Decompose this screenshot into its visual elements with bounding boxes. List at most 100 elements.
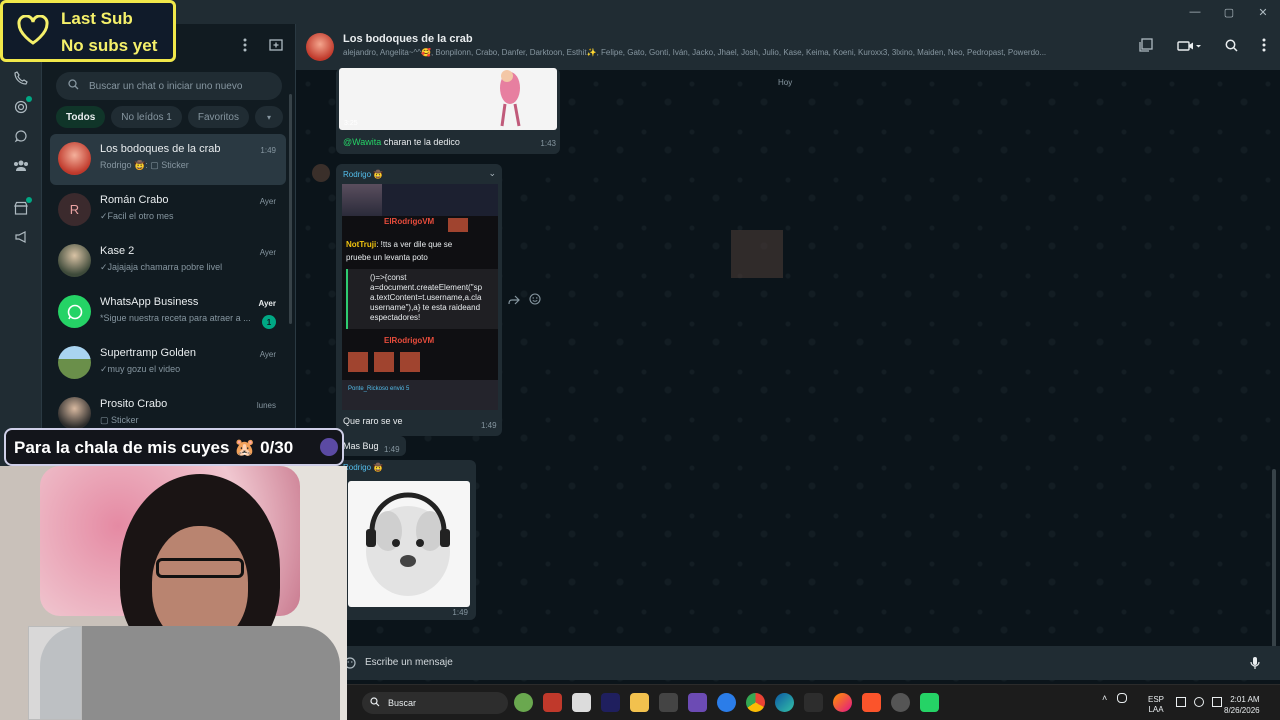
conversation-header[interactable]: Los bodoques de la crab alejandro, Angel… <box>296 24 1280 70</box>
chevron-down-icon[interactable]: ⌄ <box>488 168 496 179</box>
stream-username: ElRodrigoVM <box>384 217 435 226</box>
chat-name: Román Crabo <box>100 194 169 206</box>
sticker-image[interactable] <box>348 481 470 607</box>
network-icon[interactable] <box>1176 697 1186 707</box>
message-text: Mas Bug <box>343 441 379 451</box>
code-line: ()=>{const <box>370 273 407 282</box>
app-icon[interactable] <box>514 693 533 712</box>
sender-name: Rodrigo 🤠 <box>343 463 384 472</box>
system-tray: ˄ <box>1102 693 1128 703</box>
streamer-webcam-thumb <box>342 184 382 216</box>
chat-preview: Rodrigo 🤠: ▢ Sticker <box>100 160 189 170</box>
mention-link[interactable]: @Wawita <box>343 137 381 147</box>
stream-header <box>382 184 498 216</box>
volume-icon[interactable] <box>1194 697 1204 707</box>
brave-icon[interactable] <box>862 693 881 712</box>
close-button[interactable]: ✕ <box>1246 0 1280 24</box>
after-effects-icon[interactable] <box>601 693 620 712</box>
chat-time: Ayer <box>259 248 276 257</box>
stream-username-2: NotTruji <box>346 240 377 249</box>
chat-time: Ayer <box>259 197 276 206</box>
status-icon[interactable] <box>11 96 32 117</box>
clock-date: 8/26/2026 <box>1224 706 1260 715</box>
more-options-icon[interactable] <box>1262 38 1266 57</box>
chat-item[interactable]: WhatsApp Business Ayer *Sigue nuestra re… <box>50 287 286 338</box>
channels-icon[interactable] <box>11 126 31 146</box>
app-icon[interactable] <box>572 693 591 712</box>
battery-icon[interactable] <box>1212 697 1222 707</box>
avatar <box>58 346 91 379</box>
communities-icon[interactable] <box>11 155 31 175</box>
maximize-button[interactable]: ▢ <box>1212 0 1246 24</box>
window-titlebar: — ▢ ✕ <box>0 0 1280 24</box>
app-icon[interactable] <box>659 693 678 712</box>
taskbar-search-label: Buscar <box>388 698 417 708</box>
goal-text: Para la chala de mis cuyes 🐹 0/30 <box>14 438 294 457</box>
avatar <box>58 244 91 277</box>
whatsapp-icon <box>58 295 91 328</box>
folder-icon[interactable] <box>630 693 649 712</box>
chat-item[interactable]: Supertramp Golden Ayer ✓muy gozu el vide… <box>50 338 286 389</box>
emote <box>400 352 420 372</box>
firefox-icon[interactable] <box>833 693 852 712</box>
emoji-reaction-icon[interactable] <box>529 292 541 310</box>
clock-time: 2:01 AM <box>1230 695 1260 704</box>
language-indicator[interactable]: ESP LAA <box>1148 695 1164 715</box>
app-icon[interactable] <box>717 693 736 712</box>
clock[interactable]: 2:01 AM 8/26/2026 <box>1224 694 1260 716</box>
app-icon[interactable] <box>543 693 562 712</box>
search-input[interactable]: Buscar un chat o iniciar uno nuevo <box>56 72 282 100</box>
menu-icon[interactable] <box>243 38 247 57</box>
chat-time: Ayer <box>259 350 276 359</box>
microphone-icon[interactable] <box>1250 656 1260 675</box>
sticker-preview <box>731 230 783 278</box>
goal-overlay: Para la chala de mis cuyes 🐹 0/30 <box>4 428 344 466</box>
group-avatar[interactable] <box>306 33 334 61</box>
stream-line: NotTruji: !tts a ver dile que se <box>346 240 452 249</box>
microphone-icon[interactable] <box>1117 693 1128 703</box>
group-members: alejandro, Angelita~^^🥰, Bonpilonn, Crab… <box>343 48 1047 57</box>
chat-item[interactable]: R Román Crabo Ayer ✓Facil el otro mes <box>50 185 286 236</box>
search-icon[interactable] <box>1225 39 1238 57</box>
emote <box>374 352 394 372</box>
new-chat-icon[interactable] <box>269 38 283 57</box>
ads-icon[interactable] <box>11 227 31 247</box>
message-body: charan te la dedico <box>381 137 460 147</box>
chat-item[interactable]: Kase 2 Ayer ✓Jajajaja chamarra pobre liv… <box>50 236 286 287</box>
gallery-icon[interactable] <box>1139 38 1153 57</box>
app-icon[interactable] <box>891 693 910 712</box>
heart-icon <box>17 14 49 50</box>
chat-item[interactable]: Los bodoques de la crab 1:49 Rodrigo 🤠: … <box>50 134 286 185</box>
filter-more-button[interactable]: ▾ <box>254 106 283 128</box>
conversation-scrollbar[interactable] <box>1272 469 1276 654</box>
filter-unread[interactable]: No leídos 1 <box>111 106 182 128</box>
cartoon-figure <box>500 70 521 127</box>
taskbar-search[interactable]: Buscar <box>362 692 508 714</box>
filter-all[interactable]: Todos <box>56 106 106 128</box>
forward-icon[interactable] <box>508 292 520 310</box>
whatsapp-icon[interactable] <box>920 693 939 712</box>
message-bubble[interactable]: Mas Bug 1:49 <box>336 436 406 456</box>
calls-icon[interactable] <box>11 68 31 88</box>
video-call-icon[interactable] <box>1177 39 1201 57</box>
stream-screenshot[interactable]: ElRodrigoVM NotTruji: !tts a ver dile qu… <box>342 184 498 410</box>
chat-preview: ✓muy gozu el video <box>100 364 181 374</box>
app-icon[interactable] <box>688 693 707 712</box>
conversation-panel: Los bodoques de la crab alejandro, Angel… <box>296 24 1280 684</box>
chat-list-scrollbar[interactable] <box>289 94 292 324</box>
minimize-button[interactable]: — <box>1178 0 1212 24</box>
window-controls: — ▢ ✕ <box>1178 0 1280 24</box>
filter-favorites[interactable]: Favoritos <box>187 106 249 128</box>
edge-icon[interactable] <box>775 693 794 712</box>
chat-time: lunes <box>256 401 276 410</box>
sender-avatar[interactable] <box>312 164 330 182</box>
app-icon[interactable] <box>804 693 823 712</box>
message-composer[interactable]: Escribe un mensaje <box>296 646 1280 680</box>
video-thumbnail[interactable]: 3:25 <box>339 68 557 130</box>
message-input[interactable]: Escribe un mensaje <box>365 657 453 668</box>
code-line: a.textContent=t.username,a.cla <box>370 293 482 302</box>
catalog-icon[interactable] <box>11 197 32 218</box>
chevron-up-icon[interactable]: ˄ <box>1102 693 1107 703</box>
message-bubble[interactable]: 3:25 @Wawita charan te la dedico 1:43 <box>336 68 560 154</box>
chrome-icon[interactable] <box>746 693 765 712</box>
